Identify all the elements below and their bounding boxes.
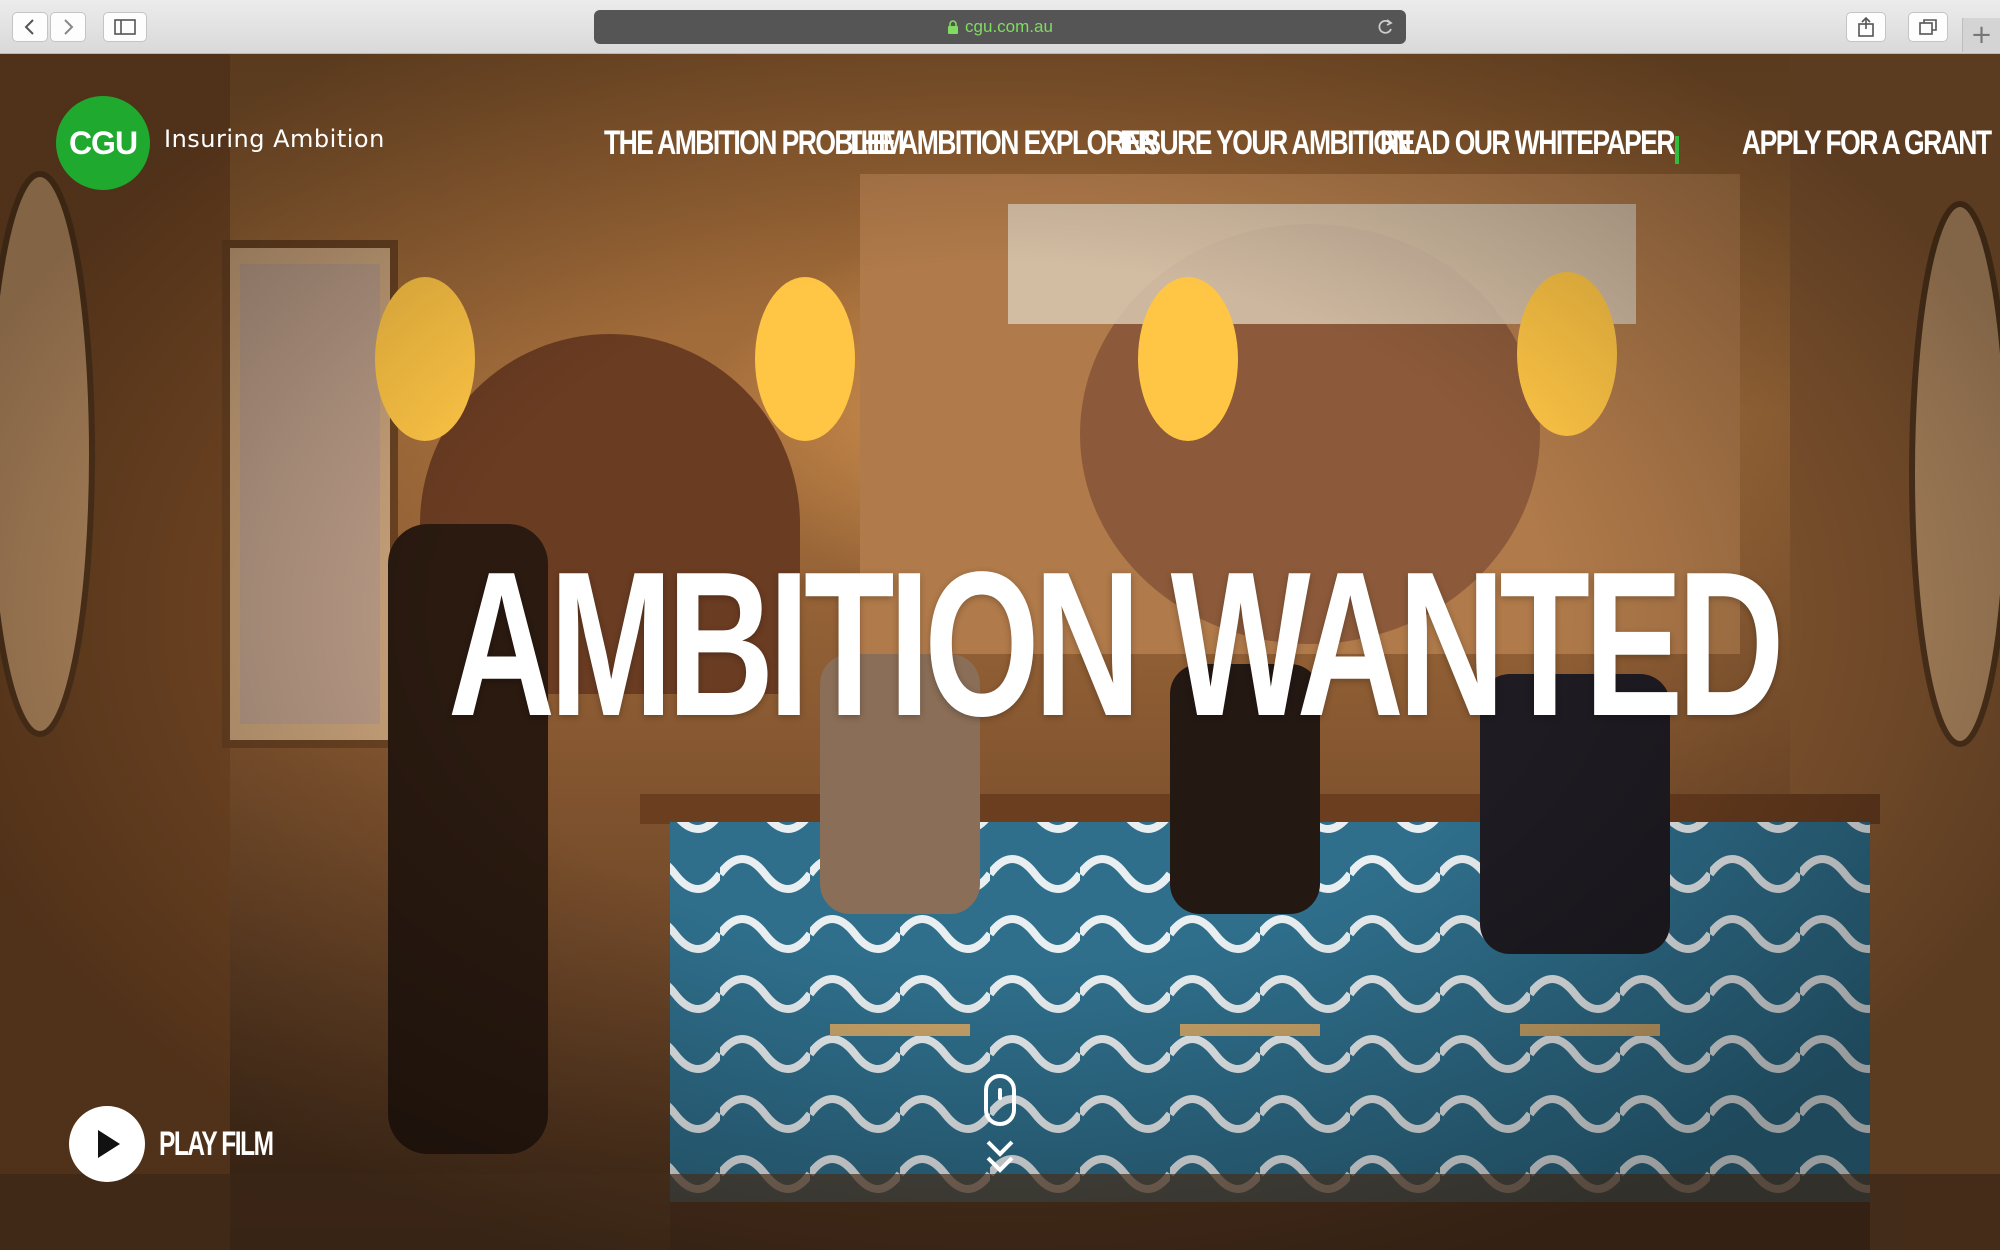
url-text: cgu.com.au — [965, 17, 1053, 36]
main-nav: THE AMBITION PROBLEM THE AMBITION EXPLOR… — [604, 124, 1676, 164]
chevron-right-icon — [64, 19, 74, 35]
tagline: Insuring Ambition — [164, 125, 385, 153]
cta-label: APPLY FOR A GRANT — [1742, 124, 1992, 162]
share-icon — [1858, 17, 1874, 37]
reload-icon[interactable] — [1376, 17, 1394, 37]
share-button[interactable] — [1846, 12, 1886, 42]
chevron-left-icon — [24, 19, 34, 35]
browser-toolbar: cgu.com.au + — [0, 0, 2000, 54]
hero-section: CGU Insuring Ambition THE AMBITION PROBL… — [0, 54, 2000, 1250]
cgu-logo[interactable]: CGU — [56, 96, 150, 190]
nav-link-label: INSURE YOUR AMBITION — [1120, 124, 1412, 162]
sidebar-button[interactable] — [103, 12, 147, 42]
play-icon — [69, 1106, 145, 1182]
play-triangle — [98, 1130, 120, 1158]
back-button[interactable] — [12, 12, 48, 42]
lock-icon — [948, 20, 959, 34]
hero-headline: AMBITION WANTED — [448, 529, 1785, 759]
play-film-button[interactable]: PLAY FILM — [69, 1106, 317, 1182]
tabs-icon — [1919, 19, 1937, 35]
new-tab-button[interactable]: + — [1962, 18, 2000, 52]
history-nav — [12, 12, 86, 42]
nav-divider — [1675, 136, 1679, 164]
nav-link-ambition-problem[interactable]: THE AMBITION PROBLEM — [604, 124, 905, 164]
sidebar-icon — [114, 19, 136, 35]
nav-link-label: THE AMBITION EXPLORER — [846, 124, 1159, 162]
nav-link-ambition-explorer[interactable]: THE AMBITION EXPLORER — [846, 124, 1159, 164]
plus-icon: + — [1970, 20, 1993, 50]
nav-link-label: READ OUR WHITEPAPER — [1380, 124, 1676, 162]
forward-button[interactable] — [50, 12, 86, 42]
scroll-mouse-icon — [984, 1074, 1016, 1173]
apply-for-grant-link[interactable]: APPLY FOR A GRANT — [1742, 124, 2000, 164]
double-chevron-down-icon — [986, 1140, 1014, 1173]
scroll-indicator[interactable] — [983, 1074, 1017, 1189]
tabs-button[interactable] — [1908, 12, 1948, 42]
nav-link-read-whitepaper[interactable]: READ OUR WHITEPAPER — [1380, 124, 1676, 164]
play-film-label: PLAY FILM — [159, 1124, 274, 1163]
logo-text: CGU — [68, 124, 138, 161]
nav-link-insure-your-ambition[interactable]: INSURE YOUR AMBITION — [1120, 124, 1412, 164]
address-bar[interactable]: cgu.com.au — [594, 10, 1406, 44]
